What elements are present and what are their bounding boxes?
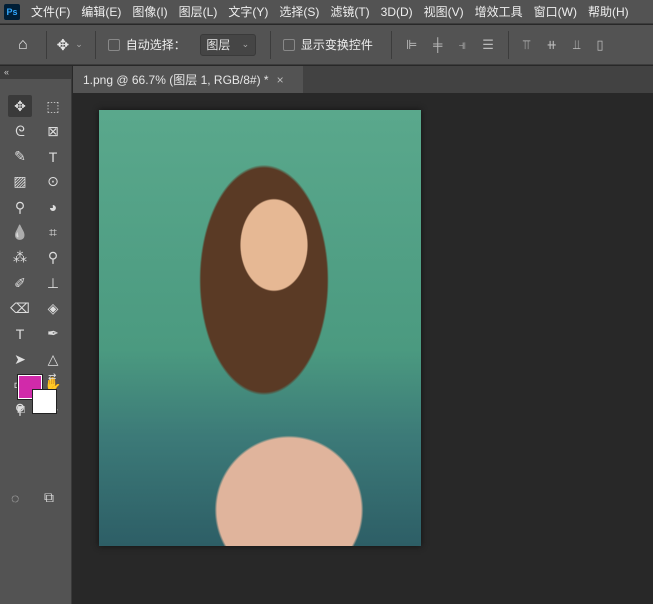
divider [94,30,96,59]
move-tool-icon[interactable]: ✥ [57,36,70,54]
close-icon[interactable]: × [277,73,284,87]
background-color-swatch[interactable] [32,389,57,414]
photoshop-logo: Ps [4,3,20,20]
menu-filter[interactable]: 滤镜(T) [330,3,369,20]
triangle-tool-icon[interactable]: △ [41,348,65,370]
menu-help[interactable]: 帮助(H) [588,3,629,20]
blur-tool-icon[interactable]: 💧 [8,222,32,244]
show-transform-label: 显示变换控件 [300,38,373,52]
options-bar: ⌂ ✥ ⌄ 自动选择： 图层 ⌄ 显示变换控件 ⊫ ╪ ⫣ ☰ ⫪ ⧺ ⫫ ▯ [0,25,653,65]
quick-mask-icon[interactable]: ◌ [11,490,19,506]
divider [507,30,509,59]
gradient-tool-icon[interactable]: ▨ [8,171,32,193]
distribute-icon[interactable]: ☰ [482,37,494,53]
auto-select-label: 自动选择： [125,38,186,52]
document-tab[interactable]: 1.png @ 66.7% (图层 1, RGB/8#) * × [73,66,303,93]
auto-select-dropdown[interactable]: 图层 ⌄ [199,33,256,56]
align-left-icon[interactable]: ⊫ [406,37,417,53]
type-tool-icon[interactable]: T [8,323,32,345]
eraser-tool-icon[interactable]: ⌫ [8,297,32,319]
document-tab-title: 1.png @ 66.7% (图层 1, RGB/8#) * [83,73,269,87]
path-select-tool-icon[interactable]: ➤ [8,348,32,370]
pen-tool-icon[interactable]: ✒ [41,323,65,345]
auto-select-checkbox[interactable] [107,38,120,51]
divider [269,30,271,59]
paint-bucket-tool-icon[interactable]: ◈ [41,297,65,319]
align-top-icon[interactable]: ⫪ [523,37,530,53]
show-transform-checkbox[interactable] [282,38,295,51]
blur-shape-tool-icon[interactable]: ◕ [41,196,65,218]
menu-window[interactable]: 窗口(W) [534,3,577,20]
stamp-tool-icon[interactable]: ⊥ [41,272,65,294]
crop-tool-icon[interactable]: ⌗ [41,222,65,244]
frame-tool-icon[interactable]: ⊠ [41,120,65,142]
menu-view[interactable]: 视图(V) [424,3,464,20]
distribute-vertical-icon[interactable]: ▯ [596,37,603,53]
magic-wand-tool-icon[interactable]: ⁂ [8,247,32,269]
home-icon[interactable]: ⌂ [18,36,28,54]
menu-type[interactable]: 文字(Y) [228,3,268,20]
color-sampler-tool-icon[interactable]: ⚲ [41,247,65,269]
dropdown-value: 图层 [206,38,231,52]
menu-edit[interactable]: 编辑(E) [81,3,121,20]
divider [45,30,47,59]
align-bottom-icon[interactable]: ⫫ [573,37,580,53]
lasso-tool-icon[interactable]: ᘓ [8,120,32,142]
screen-mode-icon[interactable]: ⧉ [44,489,54,506]
default-colors-icon[interactable]: ◩ [17,404,26,415]
menu-file[interactable]: 文件(F) [31,3,70,20]
document-tab-bar: 1.png @ 66.7% (图层 1, RGB/8#) * × [73,66,653,93]
menu-select[interactable]: 选择(S) [279,3,319,20]
align-hcenter-icon[interactable]: ╪ [433,37,442,52]
menu-3d[interactable]: 3D(D) [381,5,413,19]
divider [390,30,392,59]
collapse-panel-button[interactable]: « [0,66,71,79]
align-right-icon[interactable]: ⫣ [458,37,466,53]
align-vcenter-icon[interactable]: ⧺ [546,37,557,53]
swap-colors-icon[interactable]: ⇄ [48,372,56,383]
brush-tool-icon[interactable]: ✐ [8,272,32,294]
chevron-down-icon: ⌄ [241,39,250,49]
menu-image[interactable]: 图像(I) [132,3,167,20]
image-canvas[interactable] [99,110,421,546]
type-mask-tool-icon[interactable]: T [41,146,65,168]
chevron-down-icon[interactable]: ⌄ [75,39,83,50]
eyedropper-tool-icon[interactable]: ⚲ [8,196,32,218]
menu-plugins[interactable]: 增效工具 [475,3,523,20]
quick-select-tool-icon[interactable]: ✎ [8,146,32,168]
menu-layer[interactable]: 图层(L) [179,3,218,20]
marquee-tool-icon[interactable]: ⬚ [41,95,65,117]
move-tool-icon[interactable]: ✥ [8,95,32,117]
menu-bar: Ps 文件(F) 编辑(E) 图像(I) 图层(L) 文字(Y) 选择(S) 滤… [0,0,653,24]
red-eye-tool-icon[interactable]: ⊙ [41,171,65,193]
